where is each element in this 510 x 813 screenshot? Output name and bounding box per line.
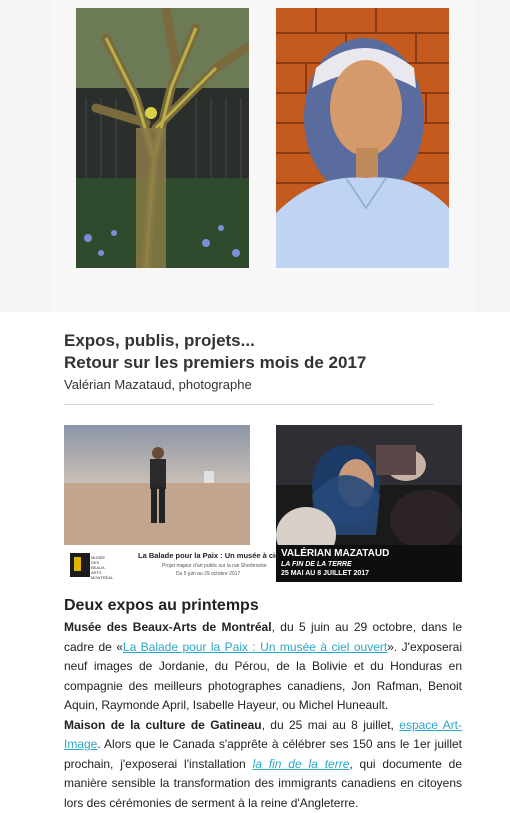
boy-desert-photo[interactable] (64, 425, 250, 545)
poster1-dates: Du 5 juin au 29 octobre 2017 (176, 571, 240, 577)
poster2-dates: 25 MAI AU 8 JUILLET 2017 (277, 569, 461, 578)
mbam-logo-text: MUSÉE DES BEAUX-ARTS MONTRÉAL (91, 555, 113, 580)
balade-link[interactable]: La Balade pour la Paix : Un musée à ciel… (123, 640, 387, 654)
divider (64, 404, 434, 405)
paragraph-gatineau: Maison de la culture de Gatineau, du 25 … (64, 716, 462, 813)
byline: Valérian Mazataud, photographe (64, 376, 444, 394)
venue-gatineau: Maison de la culture de Gatineau (64, 718, 262, 732)
title-line-1: Expos, publis, projets... (64, 330, 444, 352)
portrait-photo[interactable] (276, 8, 449, 268)
section-title: Deux expos au printemps (64, 596, 462, 616)
expos-section: Deux expos au printemps Musée des Beaux-… (64, 596, 462, 813)
tree-photo[interactable] (76, 8, 249, 268)
poster1-subtitle: Projet majeur d'art public sur la rue Sh… (162, 563, 267, 569)
fin-de-la-terre-link[interactable]: la fin de la terre (253, 757, 350, 771)
title-line-2: Retour sur les premiers mois de 2017 (64, 352, 444, 374)
paragraph-mbam: Musée des Beaux-Arts de Montréal, du 5 j… (64, 618, 462, 716)
fin-de-la-terre-caption: VALÉRIAN MAZATAUD LA FIN DE LA TERRE 25 … (277, 548, 461, 582)
poster2-name: VALÉRIAN MAZATAUD (277, 548, 461, 560)
article-header: Expos, publis, projets... Retour sur les… (64, 330, 444, 394)
poster2-title: LA FIN DE LA TERRE (277, 560, 461, 569)
venue-mbam: Musée des Beaux-Arts de Montréal (64, 620, 272, 634)
balade-poster-caption: MUSÉE DES BEAUX-ARTS MONTRÉAL La Balade … (64, 545, 250, 583)
